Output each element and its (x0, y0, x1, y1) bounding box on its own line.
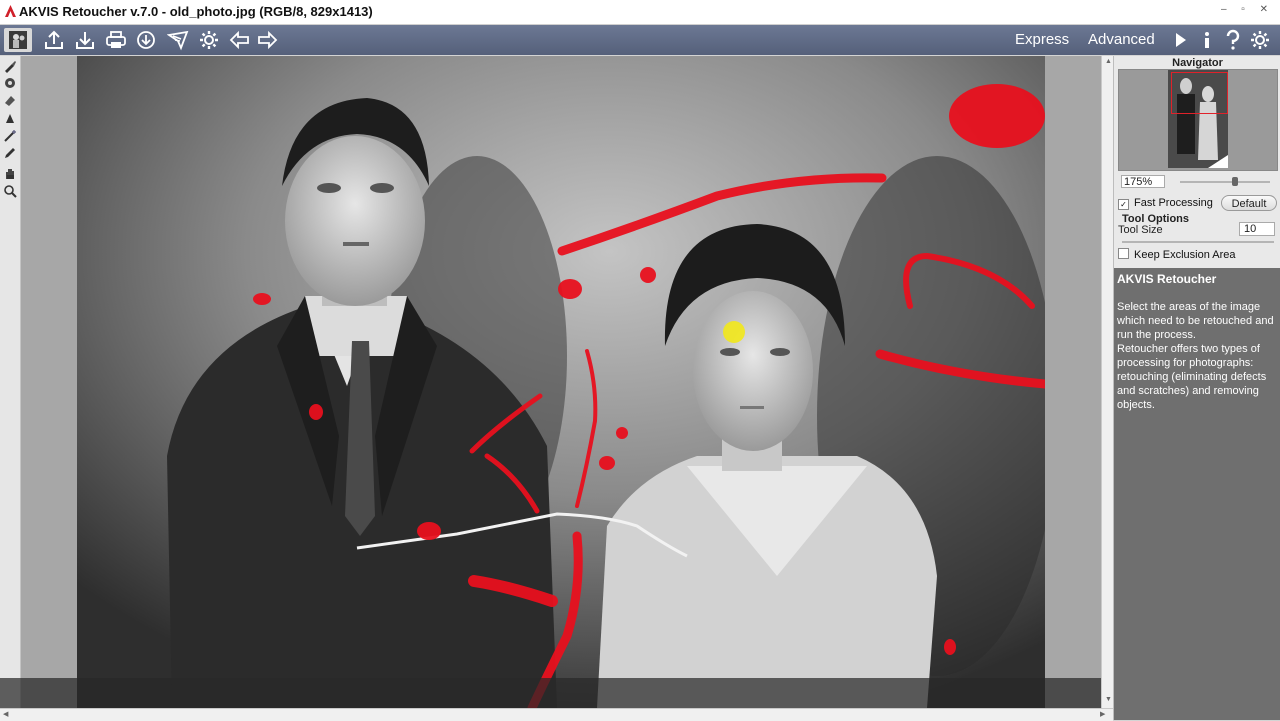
run-play-button[interactable] (1168, 28, 1192, 52)
settings-icon (1251, 31, 1269, 49)
title-bar: AKVIS Retoucher v.7.0 - old_photo.jpg (R… (0, 0, 1280, 25)
default-button[interactable]: Default (1221, 195, 1277, 211)
help-button[interactable] (1221, 28, 1245, 52)
tool-size-slider[interactable] (1122, 241, 1274, 243)
presets-gear-icon (200, 31, 218, 49)
help-text: Select the areas of the image which need… (1117, 301, 1274, 341)
undo-button[interactable] (228, 28, 252, 52)
fast-processing-checkbox[interactable]: ✓ (1118, 199, 1129, 210)
tools-panel (0, 56, 21, 708)
zoom-tool[interactable] (3, 184, 17, 198)
brush-icon (5, 61, 16, 73)
express-mode-tab[interactable]: Express (1015, 31, 1069, 48)
print-button[interactable] (104, 28, 128, 52)
brush-tool[interactable] (3, 59, 17, 73)
tool-size-field[interactable]: 10 (1239, 222, 1275, 236)
pencil-icon (5, 148, 15, 158)
navigator-title: Navigator (1172, 57, 1223, 69)
before-after-button[interactable] (4, 28, 32, 52)
navigator-view-frame[interactable] (1171, 72, 1228, 114)
open-icon (45, 30, 63, 49)
help-icon (1226, 29, 1240, 50)
magic-wand-tool[interactable] (3, 129, 17, 143)
zoom-select[interactable]: 175% (1121, 175, 1165, 188)
info-button[interactable] (1195, 28, 1219, 52)
print-icon (106, 31, 126, 48)
keep-exclusion-option[interactable]: Keep Exclusion Area (1118, 248, 1236, 261)
fast-processing-option[interactable]: ✓ Fast Processing (1118, 197, 1213, 210)
open-button[interactable] (42, 28, 66, 52)
help-box: AKVIS Retoucher Select the areas of the … (1114, 268, 1280, 720)
fast-processing-label: Fast Processing (1134, 197, 1213, 209)
zoom-slider-handle[interactable] (1232, 177, 1238, 186)
advanced-mode-tab[interactable]: Advanced (1088, 31, 1155, 48)
keep-exclusion-checkbox[interactable] (1118, 248, 1129, 259)
zoom-slider[interactable] (1180, 177, 1270, 186)
akvis-logo-icon (5, 5, 16, 17)
eraser-icon (5, 96, 15, 106)
eraser-tool[interactable] (3, 93, 17, 107)
fill-tool[interactable] (3, 112, 17, 126)
keep-exclusion-label: Keep Exclusion Area (1134, 249, 1236, 261)
save-icon (76, 32, 94, 49)
window-controls[interactable]: – ▫ ✕ (1221, 4, 1274, 15)
presets-button[interactable] (197, 28, 221, 52)
redo-button[interactable] (255, 28, 279, 52)
stamp-tool[interactable] (3, 76, 17, 90)
old-photo-with-marks (77, 56, 1045, 708)
share-icon (137, 31, 155, 49)
run-processing-icon (167, 30, 189, 51)
share-button[interactable] (134, 28, 158, 52)
fill-icon (6, 114, 14, 123)
run-button[interactable] (166, 28, 190, 52)
magic-wand-icon (4, 130, 16, 142)
settings-button[interactable] (1248, 28, 1272, 52)
photo-image[interactable] (77, 56, 1045, 708)
window-title: AKVIS Retoucher v.7.0 - old_photo.jpg (R… (19, 4, 373, 19)
hand-tool[interactable] (3, 166, 17, 180)
photo-before-after-icon (9, 31, 27, 49)
horizontal-scrollbar[interactable]: ◀ ▶ (0, 708, 1113, 721)
tool-size-label: Tool Size (1118, 224, 1163, 236)
undo-arrow-icon (229, 30, 249, 50)
image-canvas[interactable] (21, 56, 1101, 708)
stamp-icon (5, 78, 15, 88)
settings-panel: Navigator 175% ✓ Fast Processing Default … (1113, 56, 1280, 720)
info-icon (1205, 32, 1209, 48)
main-toolbar: Express Advanced (0, 25, 1280, 55)
help-title: AKVIS Retoucher (1117, 272, 1217, 286)
redo-arrow-icon (258, 30, 278, 50)
play-icon (1176, 33, 1186, 47)
zoom-row: 175% (1118, 174, 1278, 190)
help-text: Retoucher offers two types of processing… (1117, 343, 1267, 411)
navigator-preview[interactable] (1118, 69, 1278, 171)
hand-icon (6, 169, 14, 179)
canvas-overlay-band (0, 678, 1101, 708)
save-button[interactable] (73, 28, 97, 52)
zoom-icon (4, 185, 17, 198)
pencil-tool[interactable] (3, 146, 17, 160)
